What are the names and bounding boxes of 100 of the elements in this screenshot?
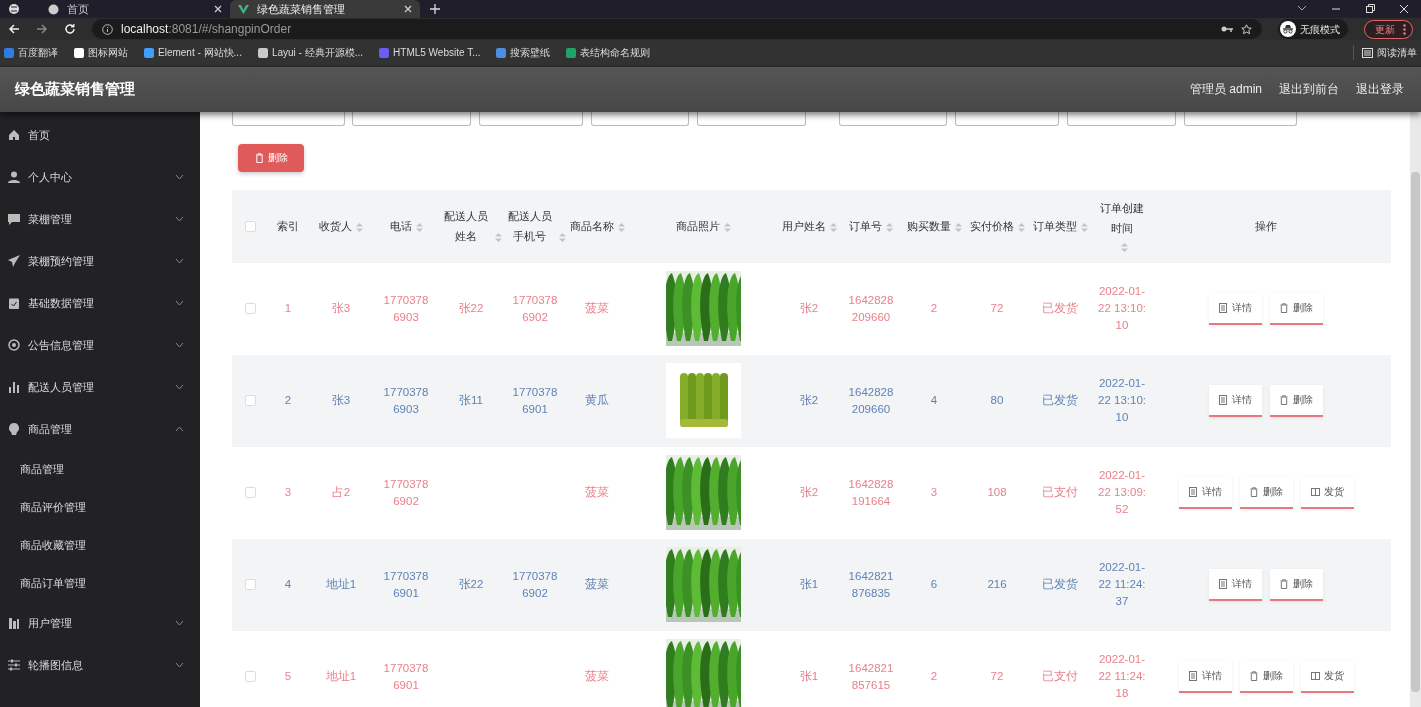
bookmark[interactable]: HTML5 Website T... bbox=[379, 45, 481, 60]
column-header[interactable]: 配送人员姓名 bbox=[440, 206, 491, 247]
select-all-checkbox[interactable] bbox=[244, 220, 256, 232]
close-icon[interactable] bbox=[214, 5, 222, 13]
bulb-icon bbox=[8, 422, 20, 435]
table-cell-text: 已发货 bbox=[1042, 577, 1078, 593]
column-header[interactable]: 订单号 bbox=[849, 216, 882, 237]
column-header[interactable]: 订单类型 bbox=[1032, 216, 1077, 237]
profile-chip[interactable]: 无痕模式 bbox=[1278, 19, 1348, 39]
bookmark[interactable]: 百度翻译 bbox=[4, 45, 58, 60]
row-checkbox[interactable] bbox=[244, 395, 256, 407]
home-icon bbox=[8, 128, 20, 141]
column-header[interactable]: 用户姓名 bbox=[781, 216, 826, 237]
column-header[interactable]: 操作 bbox=[1255, 216, 1277, 237]
delete-button[interactable]: 删除 bbox=[238, 143, 304, 172]
row-checkbox[interactable] bbox=[244, 579, 256, 591]
header-link[interactable]: 退出登录 bbox=[1356, 80, 1404, 99]
sidebar-subitem[interactable]: 商品管理 bbox=[0, 449, 200, 488]
sidebar-item[interactable]: 个人中心 bbox=[0, 155, 200, 198]
table-row[interactable]: 1 张3 17703786903 张22 17703786902 菠菜 张2 1642828209660 2 72 已发货 2022-01-22 13:10:10 详情 删除 bbox=[232, 262, 1391, 355]
column-header[interactable]: 购买数量 bbox=[906, 216, 951, 237]
sidebar-item[interactable]: 配送人员管理 bbox=[0, 365, 200, 408]
action-button[interactable]: 详情 bbox=[1209, 568, 1262, 601]
sidebar-item[interactable]: 用户管理 bbox=[0, 601, 200, 644]
action-button[interactable]: 删除 bbox=[1239, 660, 1293, 693]
sidebar-item[interactable]: 菜棚预约管理 bbox=[0, 239, 200, 282]
row-checkbox[interactable] bbox=[244, 303, 256, 315]
scrollbar[interactable] bbox=[1410, 111, 1421, 707]
table-cell-text: 张22 bbox=[458, 301, 484, 317]
reload-icon[interactable] bbox=[64, 23, 76, 35]
table-cell-text: 2022-01-22 13:10:10 bbox=[1097, 376, 1147, 426]
table-row[interactable]: 4 地址1 17703786901 张22 17703786902 菠菜 张1 1642821876835 6 216 已发货 2022-01-22 11:24:37 详情 删除 bbox=[232, 538, 1391, 631]
header-link[interactable]: 退出到前台 bbox=[1279, 80, 1339, 99]
restore-icon[interactable] bbox=[1365, 4, 1375, 14]
sidebar-item[interactable]: 菜棚管理 bbox=[0, 197, 200, 240]
action-button[interactable]: 发货 bbox=[1300, 476, 1354, 509]
browser-tab[interactable]: 首页 bbox=[40, 0, 230, 18]
bookmark[interactable]: 表结构命名规则 bbox=[566, 45, 651, 60]
address-bar[interactable]: localhost:8081/#/shangpinOrder bbox=[92, 19, 1262, 39]
action-button[interactable]: 删除 bbox=[1239, 476, 1293, 509]
key-icon[interactable] bbox=[1221, 25, 1233, 33]
table-cell-text: 17703786903 bbox=[382, 384, 430, 417]
trash-icon bbox=[1280, 394, 1289, 405]
new-tab-icon[interactable] bbox=[430, 4, 440, 14]
column-header[interactable]: 收货人 bbox=[319, 216, 352, 237]
table-row[interactable]: 5 地址1 17703786901 菠菜 张1 1642821857615 2 72 已支付 2022-01-22 11:24:18 详情 删除 发货 bbox=[232, 630, 1391, 707]
sidebar-item[interactable]: 轮播图信息 bbox=[0, 643, 200, 686]
action-button[interactable]: 详情 bbox=[1209, 292, 1262, 325]
row-checkbox[interactable] bbox=[244, 671, 256, 683]
box-icon bbox=[1310, 486, 1320, 497]
document-icon bbox=[1188, 670, 1198, 681]
row-checkbox[interactable] bbox=[244, 487, 256, 499]
action-button[interactable]: 详情 bbox=[1178, 476, 1232, 509]
table-cell-text: 地址1 bbox=[325, 669, 357, 685]
sidebar-item[interactable]: 基础数据管理 bbox=[0, 281, 200, 324]
header-link[interactable]: 管理员 admin bbox=[1189, 80, 1262, 99]
close-icon[interactable] bbox=[1399, 4, 1409, 14]
column-header[interactable]: 电话 bbox=[389, 216, 412, 237]
table-row[interactable]: 2 张3 17703786903 张11 17703786901 黄瓜 张2 1642828209660 4 80 已发货 2022-01-22 13:10:10 详情 删除 bbox=[232, 354, 1391, 447]
bookmark[interactable]: Layui - 经典开源模... bbox=[257, 45, 364, 60]
table-cell-text: 黄瓜 bbox=[585, 393, 609, 409]
bookmark[interactable]: 图标网站 bbox=[74, 45, 128, 60]
table-cell-text: 地址1 bbox=[325, 577, 357, 593]
action-button[interactable]: 发货 bbox=[1300, 660, 1354, 693]
bookmark[interactable]: Element - 网站快... bbox=[144, 45, 242, 60]
table-cell-text: 5 bbox=[284, 669, 292, 685]
reading-list-button[interactable]: 阅读清单 bbox=[1353, 45, 1417, 60]
close-icon[interactable] bbox=[404, 5, 412, 13]
update-button[interactable]: 更新 bbox=[1364, 19, 1413, 39]
star-icon[interactable] bbox=[1241, 23, 1252, 35]
column-header[interactable]: 配送人员手机号 bbox=[504, 206, 555, 247]
action-button[interactable]: 详情 bbox=[1209, 384, 1262, 417]
table-cell-text: 3 bbox=[284, 485, 292, 501]
sidebar-item[interactable]: 公告信息管理 bbox=[0, 323, 200, 366]
bookmark[interactable]: 搜索壁纸 bbox=[496, 45, 551, 60]
action-button[interactable]: 删除 bbox=[1270, 384, 1323, 417]
browser-tab[interactable]: 绿色蔬菜销售管理 bbox=[230, 0, 420, 18]
trash-icon bbox=[1249, 486, 1259, 497]
column-header[interactable]: 订单创建时间 bbox=[1097, 198, 1147, 239]
document-icon bbox=[1219, 578, 1228, 589]
scrollbar-thumb[interactable] bbox=[1411, 171, 1420, 692]
column-header[interactable]: 商品名称 bbox=[569, 216, 614, 237]
column-header[interactable]: 实付价格 bbox=[969, 216, 1014, 237]
action-button[interactable]: 删除 bbox=[1270, 292, 1323, 325]
table-cell-text: 占2 bbox=[331, 485, 351, 501]
table-cell-text: 2 bbox=[930, 301, 938, 317]
sidebar-item[interactable]: 商品管理 bbox=[0, 407, 200, 450]
table-row[interactable]: 3 占2 17703786902 菠菜 张2 1642828191664 3 108 已支付 2022-01-22 13:09:52 详情 删除 发货 bbox=[232, 446, 1391, 539]
sidebar-subitem[interactable]: 商品收藏管理 bbox=[0, 525, 200, 564]
action-button[interactable]: 详情 bbox=[1178, 660, 1232, 693]
column-header[interactable]: 索引 bbox=[277, 216, 299, 237]
sidebar-subitem[interactable]: 商品订单管理 bbox=[0, 563, 200, 602]
document-icon bbox=[1219, 394, 1228, 405]
action-button[interactable]: 删除 bbox=[1270, 568, 1323, 601]
back-icon[interactable] bbox=[8, 23, 20, 35]
forward-icon[interactable] bbox=[36, 23, 48, 35]
column-header[interactable]: 商品照片 bbox=[675, 216, 720, 237]
table-cell-text: 2022-01-22 11:24:18 bbox=[1097, 652, 1147, 702]
sidebar-item[interactable]: 首页 bbox=[0, 113, 200, 156]
sidebar-subitem[interactable]: 商品评价管理 bbox=[0, 487, 200, 526]
